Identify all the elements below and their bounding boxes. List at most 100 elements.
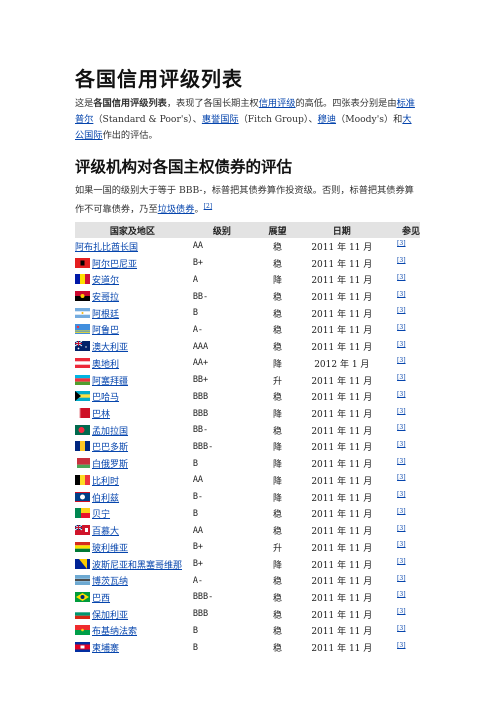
reference-cell: [3] bbox=[383, 489, 420, 506]
country-link[interactable]: 百慕大 bbox=[92, 527, 119, 537]
reference-link[interactable]: [3] bbox=[397, 274, 406, 281]
reference-link[interactable]: [3] bbox=[397, 424, 406, 431]
outlook-cell: 稳 bbox=[272, 393, 282, 404]
reference-link[interactable]: [3] bbox=[397, 240, 406, 247]
grade-cell: BBB bbox=[192, 391, 209, 402]
country-link[interactable]: 澳大利亚 bbox=[92, 343, 128, 353]
grade-cell: AA+ bbox=[192, 358, 209, 369]
reference-link[interactable]: [3] bbox=[397, 625, 406, 632]
link-credit-rating[interactable]: 信用评级 bbox=[259, 98, 296, 109]
header-date[interactable]: 日期 bbox=[301, 222, 383, 238]
link-moodys[interactable]: 穆迪 bbox=[318, 114, 336, 125]
reference-link[interactable]: [3] bbox=[397, 608, 406, 615]
date-cell: 2011 年 11 月 bbox=[311, 644, 373, 655]
grade-cell: B bbox=[192, 625, 198, 636]
argentina-flag-icon bbox=[75, 307, 90, 318]
country-link[interactable]: 巴西 bbox=[92, 594, 110, 604]
table-row: 百慕大 AA 稳 2011 年 11 月 [3] bbox=[75, 522, 420, 539]
date-cell: 2011 年 11 月 bbox=[311, 610, 373, 621]
reference-link[interactable]: [3] bbox=[397, 341, 406, 348]
date-cell: 2011 年 11 月 bbox=[311, 259, 373, 270]
country-link[interactable]: 波斯尼亚和黑塞哥维那 bbox=[92, 561, 182, 571]
grade-cell: B bbox=[192, 642, 198, 653]
intro-text: 这是 bbox=[75, 98, 94, 109]
andorra-flag-icon bbox=[75, 274, 90, 285]
header-outlook[interactable]: 展望 bbox=[253, 222, 302, 238]
section-text: 。 bbox=[194, 204, 204, 216]
reference-link[interactable]: [3] bbox=[397, 408, 406, 415]
reference-cell: [3] bbox=[383, 639, 420, 656]
country-link[interactable]: 阿鲁巴 bbox=[92, 326, 119, 336]
reference-link[interactable]: [3] bbox=[397, 374, 406, 381]
link-fitch[interactable]: 惠誉国际 bbox=[202, 114, 239, 125]
reference-link[interactable]: [3] bbox=[397, 525, 406, 532]
reference-link[interactable]: [3] bbox=[397, 491, 406, 498]
reference-link[interactable]: [3] bbox=[397, 391, 406, 398]
reference-link[interactable]: [3] bbox=[397, 508, 406, 515]
country-link[interactable]: 比利时 bbox=[92, 477, 119, 487]
outlook-cell: 稳 bbox=[272, 426, 282, 437]
table-row: 奥地利 AA+ 降 2012 年 1 月 [3] bbox=[75, 355, 420, 372]
country-link[interactable]: 阿塞拜疆 bbox=[92, 377, 128, 387]
country-link[interactable]: 阿布扎比酋长国 bbox=[75, 243, 138, 253]
table-row: 博茨瓦纳 A- 稳 2011 年 11 月 [3] bbox=[75, 572, 420, 589]
link-junk-bond[interactable]: 垃圾债券 bbox=[158, 204, 195, 215]
country-cell: 阿尔巴尼亚 bbox=[75, 255, 190, 272]
outlook-cell: 降 bbox=[272, 493, 282, 504]
reference-link[interactable]: [3] bbox=[397, 458, 406, 465]
header-reference[interactable]: 参见 bbox=[382, 222, 420, 238]
outlook-cell: 降 bbox=[272, 560, 282, 571]
reference-link[interactable]: [3] bbox=[397, 575, 406, 582]
reference-link[interactable]: [3] bbox=[397, 324, 406, 331]
date-cell: 2011 年 11 月 bbox=[311, 376, 373, 387]
country-link[interactable]: 安道尔 bbox=[92, 276, 119, 286]
country-link[interactable]: 柬埔寨 bbox=[92, 644, 119, 654]
country-cell: 安哥拉 bbox=[75, 288, 190, 305]
table-row: 保加利亚 BBB 稳 2011 年 11 月 [3] bbox=[75, 606, 420, 623]
country-link[interactable]: 安哥拉 bbox=[92, 293, 119, 303]
reference-link[interactable]: [3] bbox=[397, 591, 406, 598]
country-cell: 玻利维亚 bbox=[75, 539, 190, 556]
reference-link[interactable]: [3] bbox=[397, 642, 406, 649]
header-country[interactable]: 国家及地区 bbox=[75, 222, 190, 238]
country-link[interactable]: 巴林 bbox=[92, 410, 110, 420]
reference-link[interactable]: [2] bbox=[204, 203, 213, 210]
country-link[interactable]: 孟加拉国 bbox=[92, 427, 128, 437]
reference-link[interactable]: [3] bbox=[397, 474, 406, 481]
reference-link[interactable]: [3] bbox=[397, 291, 406, 298]
reference-link[interactable]: [3] bbox=[397, 558, 406, 565]
country-link[interactable]: 阿尔巴尼亚 bbox=[92, 260, 137, 270]
reference-cell: [3] bbox=[383, 522, 420, 539]
date-cell: 2011 年 11 月 bbox=[311, 627, 373, 638]
reference-link[interactable]: [3] bbox=[397, 441, 406, 448]
reference-cell: [3] bbox=[383, 288, 420, 305]
country-link[interactable]: 博茨瓦纳 bbox=[92, 577, 128, 587]
reference-link[interactable]: [3] bbox=[397, 307, 406, 314]
country-link[interactable]: 巴哈马 bbox=[92, 393, 119, 403]
country-cell: 阿布扎比酋长国 bbox=[75, 238, 190, 255]
date-cell: 2011 年 11 月 bbox=[311, 393, 373, 404]
country-cell: 阿根廷 bbox=[75, 305, 190, 322]
ratings-table: 国家及地区 级别 展望 日期 参见 阿布扎比酋长国 AA 稳 2011 年 11 月 [… bbox=[75, 222, 420, 656]
date-cell: 2011 年 11 月 bbox=[311, 510, 373, 521]
reference-cell: [3] bbox=[383, 623, 420, 640]
country-link[interactable]: 玻利维亚 bbox=[92, 544, 128, 554]
country-link[interactable]: 伯利兹 bbox=[92, 494, 119, 504]
reference-link[interactable]: [3] bbox=[397, 357, 406, 364]
date-cell: 2011 年 11 月 bbox=[311, 309, 373, 320]
country-link[interactable]: 贝宁 bbox=[92, 510, 110, 520]
brazil-flag-icon bbox=[75, 591, 90, 602]
country-link[interactable]: 白俄罗斯 bbox=[92, 460, 128, 470]
reference-link[interactable]: [3] bbox=[397, 541, 406, 548]
country-link[interactable]: 巴巴多斯 bbox=[92, 443, 128, 453]
country-cell: 波斯尼亚和黑塞哥维那 bbox=[75, 556, 190, 573]
country-link[interactable]: 保加利亚 bbox=[92, 611, 128, 621]
country-link[interactable]: 布基纳法索 bbox=[92, 627, 137, 637]
country-cell: 巴林 bbox=[75, 405, 190, 422]
country-link[interactable]: 阿根廷 bbox=[92, 310, 119, 320]
table-row: 伯利兹 B- 降 2011 年 11 月 [3] bbox=[75, 489, 420, 506]
country-link[interactable]: 奥地利 bbox=[92, 360, 119, 370]
reference-link[interactable]: [3] bbox=[397, 257, 406, 264]
grade-cell: A- bbox=[192, 575, 204, 586]
header-grade[interactable]: 级别 bbox=[189, 222, 254, 238]
